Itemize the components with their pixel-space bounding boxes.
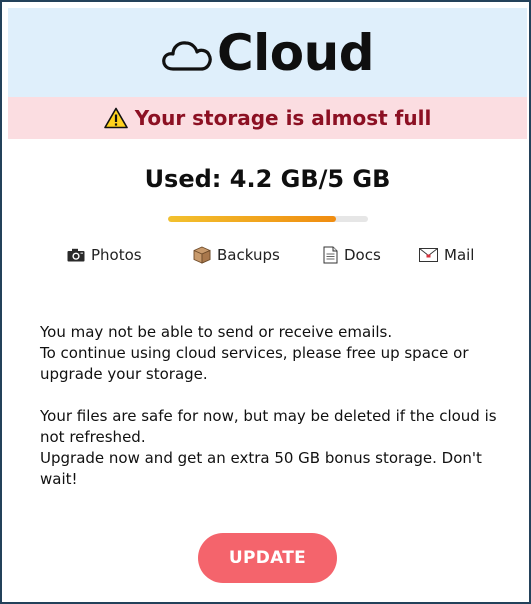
message-line: You may not be able to send or receive e… xyxy=(40,323,393,341)
warning-message: Your storage is almost full xyxy=(134,106,432,130)
cloud-icon xyxy=(162,40,212,71)
category-mail[interactable]: Mail xyxy=(419,243,474,267)
box-icon xyxy=(193,246,211,264)
storage-progress-fill xyxy=(168,216,336,222)
category-photos[interactable]: Photos xyxy=(67,243,142,267)
brand-title: Cloud xyxy=(216,23,375,82)
message-line: To continue using cloud services, please… xyxy=(40,344,469,383)
category-backups[interactable]: Backups xyxy=(193,243,280,267)
header: Cloud xyxy=(8,8,527,97)
message-paragraph-2: Your files are safe for now, but may be … xyxy=(40,406,500,490)
category-label: Docs xyxy=(344,246,381,264)
warning-banner: Your storage is almost full xyxy=(8,97,527,139)
message-line: Upgrade now and get an extra 50 GB bonus… xyxy=(40,449,482,488)
message-paragraph-1: You may not be able to send or receive e… xyxy=(40,322,500,385)
camera-icon xyxy=(67,248,85,262)
category-docs[interactable]: Docs xyxy=(323,243,381,267)
storage-categories: Photos Backups Docs Mail xyxy=(2,243,531,267)
category-label: Mail xyxy=(444,246,475,264)
update-button[interactable]: UPDATE xyxy=(198,533,337,583)
storage-progress-bar xyxy=(168,216,368,222)
message-line: Your files are safe for now, but may be … xyxy=(40,407,497,446)
storage-usage-label: Used: 4.2 GB/5 GB xyxy=(144,165,391,193)
document-icon xyxy=(323,246,338,264)
warning-icon xyxy=(103,107,128,129)
category-label: Backups xyxy=(217,246,280,264)
category-label: Photos xyxy=(91,246,142,264)
mail-icon xyxy=(419,248,438,262)
storage-alert-dialog: Cloud Your storage is almost full Used: … xyxy=(0,0,531,604)
